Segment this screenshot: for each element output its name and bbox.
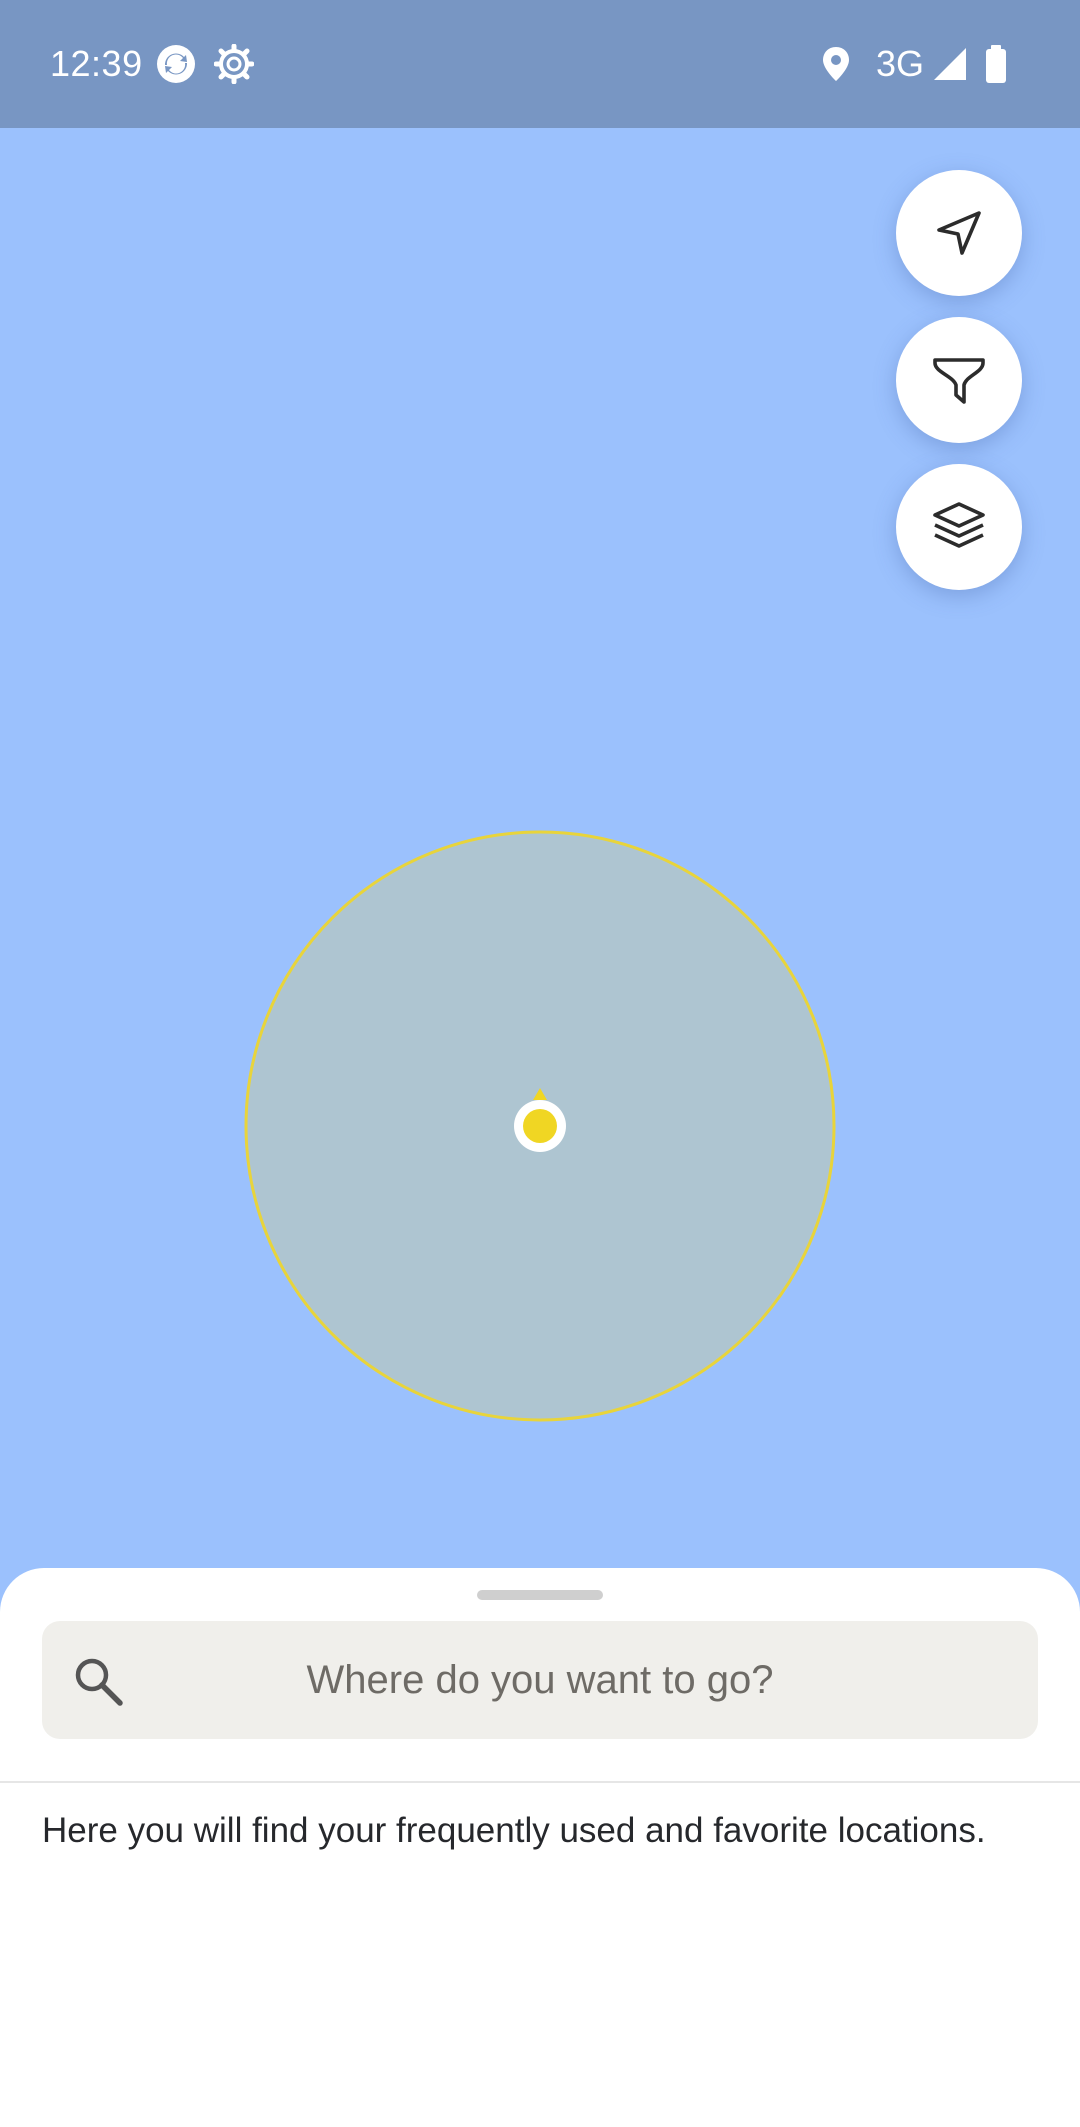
search-placeholder: Where do you want to go? [306,1658,774,1702]
my-location-button[interactable] [896,170,1022,296]
map-view[interactable] [0,128,1080,1568]
status-time: 12:39 [50,43,143,84]
navigation-arrow-icon [937,211,981,255]
drag-handle[interactable] [477,1590,603,1600]
battery-icon [986,45,1006,83]
location-pin-icon [823,47,849,81]
layers-icon [933,502,985,548]
divider [0,1781,1080,1783]
layers-button[interactable] [896,464,1022,590]
search-input[interactable]: Where do you want to go? [42,1621,1038,1739]
location-dot [523,1109,557,1143]
filter-icon [933,358,985,404]
bottom-sheet: Where do you want to go? Here you will f… [0,1568,1080,2127]
network-type: 3G [876,43,925,84]
filter-button[interactable] [896,317,1022,443]
favorites-empty-text: Here you will find your frequently used … [42,1811,986,1850]
status-bar: 12:39 3G [0,0,1080,128]
signal-icon [934,48,966,80]
sync-icon [157,45,195,83]
settings-gear-icon [214,44,254,84]
